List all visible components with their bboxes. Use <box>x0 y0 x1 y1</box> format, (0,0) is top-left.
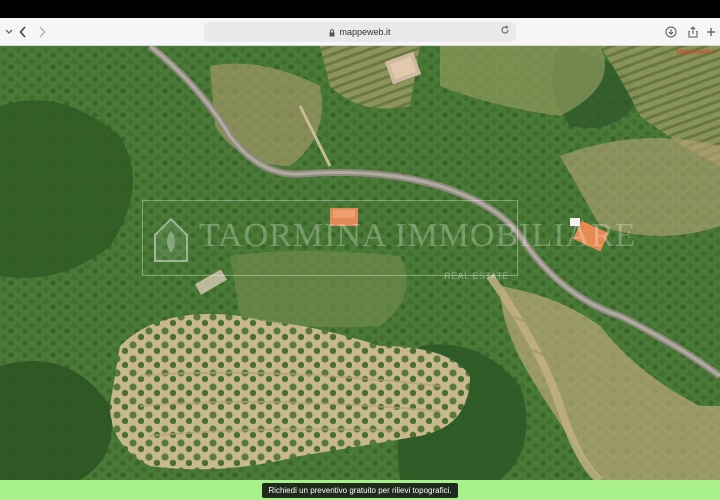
browser-toolbar: mappeweb.it <box>0 18 720 46</box>
back-arrow-icon[interactable] <box>14 22 32 42</box>
footer-bar: Richiedi un preventivo gratuito per rili… <box>0 480 720 500</box>
satellite-map[interactable]: Mappeweb.it TAORMINA IMMOBILIARE REAL ES… <box>0 46 720 480</box>
reload-icon[interactable] <box>498 25 512 39</box>
forward-arrow-icon[interactable] <box>33 22 51 42</box>
free-quote-button[interactable]: Richiedi un preventivo gratuito per rili… <box>262 482 458 498</box>
address-bar[interactable]: mappeweb.it <box>204 22 516 42</box>
url-text: mappeweb.it <box>339 27 391 37</box>
screen-top-bar <box>0 0 720 18</box>
lock-icon <box>329 28 335 36</box>
map-corner-label: Mappeweb.it <box>676 49 716 56</box>
share-icon[interactable] <box>684 22 702 42</box>
plus-icon[interactable] <box>702 22 720 42</box>
download-icon[interactable] <box>662 22 680 42</box>
satellite-imagery <box>0 46 720 480</box>
